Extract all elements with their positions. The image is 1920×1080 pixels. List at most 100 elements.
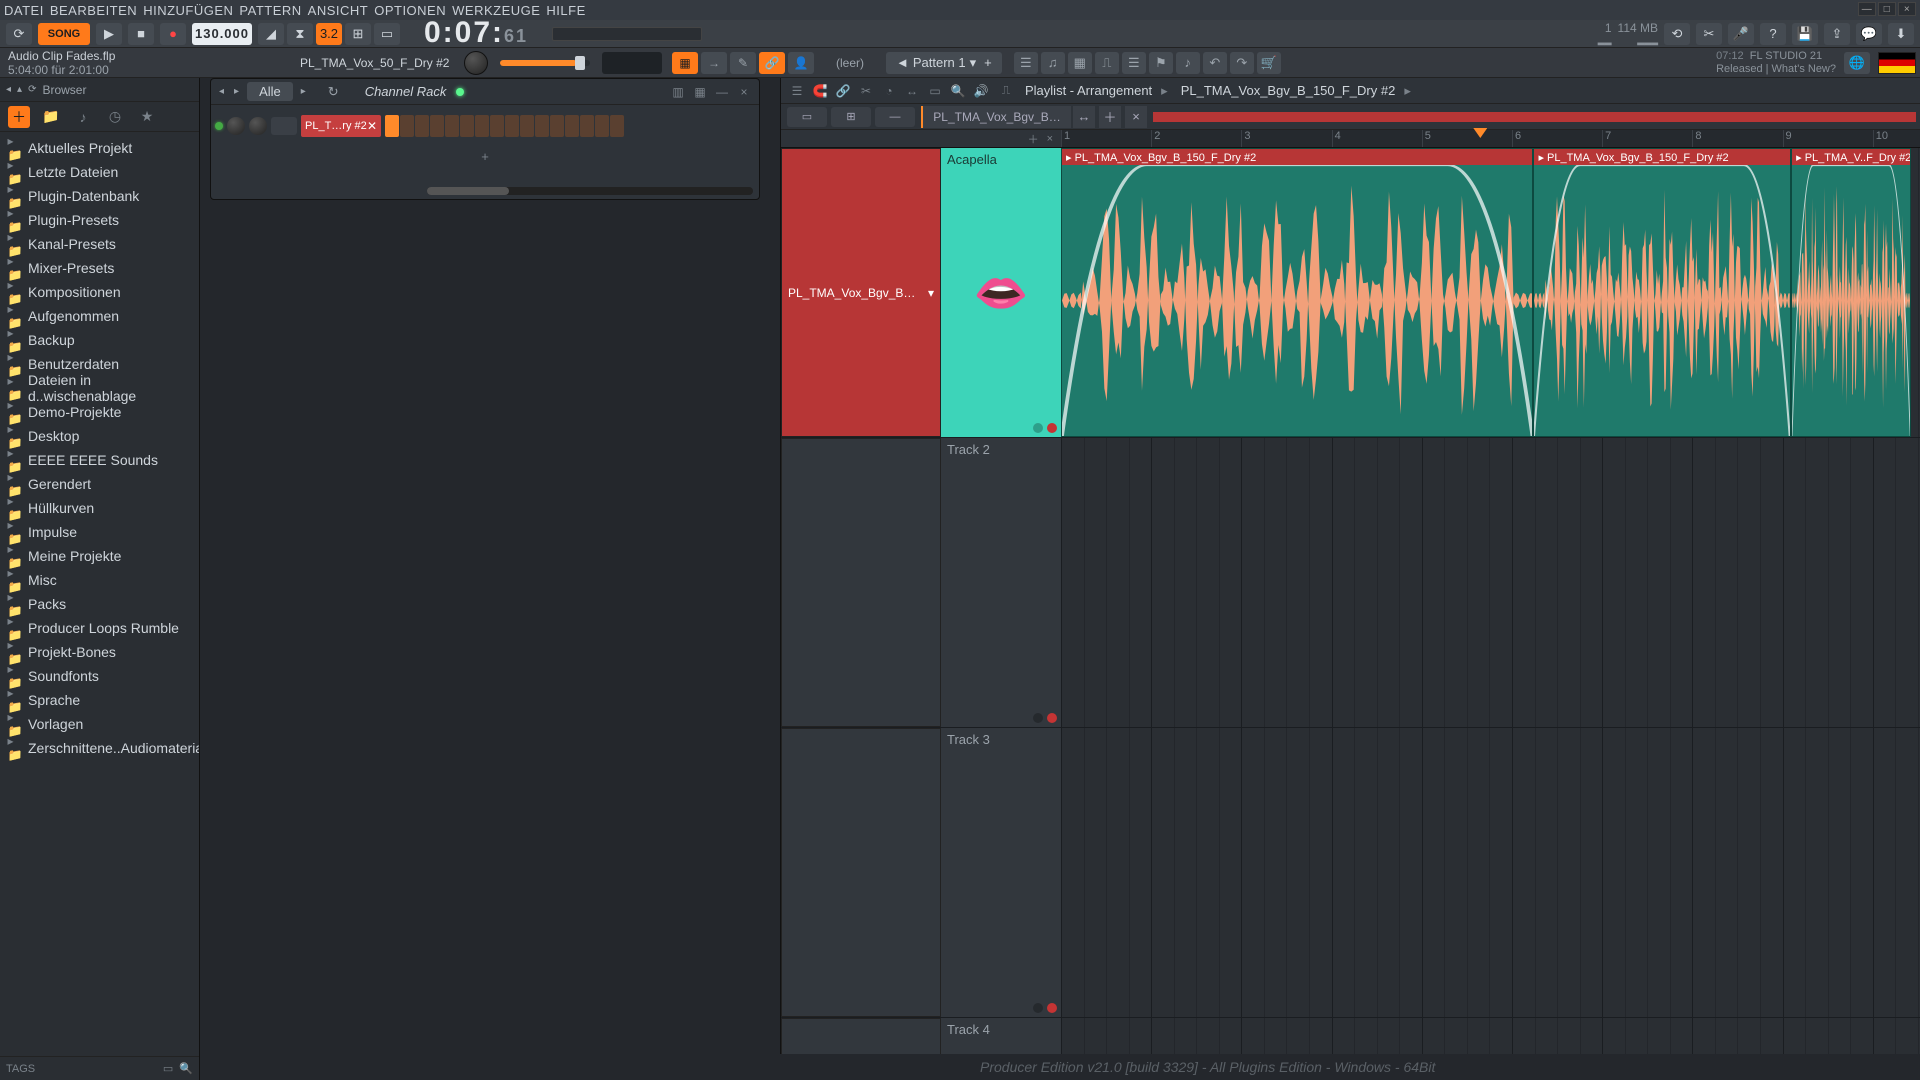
window-maximize[interactable]: □ bbox=[1878, 2, 1896, 16]
step-cell[interactable] bbox=[610, 115, 624, 137]
pl-arrow-icon[interactable]: ↔ bbox=[902, 81, 922, 101]
playhead-marker-icon[interactable] bbox=[1473, 128, 1487, 138]
step-sequencer[interactable] bbox=[385, 115, 624, 137]
pl-select-icon[interactable]: ▭ bbox=[925, 81, 945, 101]
step-cell[interactable] bbox=[535, 115, 549, 137]
rack-grid-icon[interactable]: ▦ bbox=[691, 83, 709, 101]
undo-history-icon[interactable]: ⟲ bbox=[1664, 23, 1690, 45]
track-2-header[interactable]: Track 2 bbox=[941, 438, 1061, 727]
countdown-icon[interactable]: ⧗ bbox=[287, 23, 313, 45]
pl-view-a-button[interactable]: ▭ bbox=[787, 107, 827, 127]
metronome-icon[interactable]: ◢ bbox=[258, 23, 284, 45]
browser-item[interactable]: ▸📁Vorlagen bbox=[0, 712, 199, 736]
browser-up-icon[interactable]: ▴ bbox=[17, 84, 22, 95]
menu-edit[interactable]: BEARBEITEN bbox=[50, 3, 137, 18]
browser-item[interactable]: ▸📁Plugin-Presets bbox=[0, 208, 199, 232]
step-cell[interactable] bbox=[595, 115, 609, 137]
browser-item[interactable]: ▸📁Packs bbox=[0, 592, 199, 616]
menu-add[interactable]: HINZUFÜGEN bbox=[143, 3, 233, 18]
tl-x-icon[interactable]: × bbox=[1047, 133, 1053, 145]
snap-button-3[interactable]: ✎ bbox=[730, 52, 756, 74]
feedback-icon[interactable]: 💬 bbox=[1856, 23, 1882, 45]
browser-collapse-icon[interactable]: ◂ bbox=[6, 84, 11, 95]
step-cell[interactable] bbox=[550, 115, 564, 137]
browser-add-icon[interactable]: ＋ bbox=[8, 106, 30, 128]
window-close[interactable]: × bbox=[1898, 2, 1916, 16]
channel-name[interactable]: PL_T…ry #2✕ bbox=[301, 115, 381, 137]
save-icon[interactable]: 💾 bbox=[1792, 23, 1818, 45]
menu-view[interactable]: ANSICHT bbox=[308, 3, 369, 18]
time-display[interactable]: 0:07:61 bbox=[406, 16, 546, 52]
rack-close-icon[interactable]: × bbox=[735, 83, 753, 101]
play-button[interactable]: ▶ bbox=[96, 23, 122, 45]
track-2[interactable]: Track 2 bbox=[781, 438, 1920, 728]
pattern-prev-icon[interactable]: ◄ bbox=[892, 55, 913, 70]
snap-button-1[interactable]: ▦ bbox=[672, 52, 698, 74]
browser-item[interactable]: ▸📁Mixer-Presets bbox=[0, 256, 199, 280]
browser-item[interactable]: ▸📁Sprache bbox=[0, 688, 199, 712]
step-cell[interactable] bbox=[400, 115, 414, 137]
channel-led-icon[interactable] bbox=[215, 122, 223, 130]
pitch-knob[interactable] bbox=[464, 51, 488, 75]
version-info[interactable]: 07:12 FL STUDIO 21 Released | What's New… bbox=[1708, 50, 1844, 76]
timeline-overview[interactable] bbox=[1153, 112, 1916, 122]
browser-item[interactable]: ▸📁Meine Projekte bbox=[0, 544, 199, 568]
channel-add-button[interactable]: + bbox=[215, 145, 755, 167]
window-minimize[interactable]: — bbox=[1858, 2, 1876, 16]
pl-view-c-button[interactable]: — bbox=[875, 107, 915, 127]
snap-button-2[interactable]: → bbox=[701, 52, 727, 74]
mixer-icon[interactable]: ⎍ bbox=[1095, 52, 1119, 74]
tags-toggle-icon[interactable]: ▭ bbox=[163, 1062, 173, 1075]
song-mode-button[interactable]: SONG bbox=[38, 23, 90, 45]
audio-clip[interactable]: ▸ PL_TMA_V..F_Dry #2 bbox=[1791, 148, 1911, 437]
channel-vol-knob[interactable] bbox=[249, 117, 267, 135]
browser-item[interactable]: ▸📁Kanal-Presets bbox=[0, 232, 199, 256]
rack-back-icon[interactable]: ◂ bbox=[217, 86, 226, 97]
tempo-tap-icon[interactable]: ♪ bbox=[1176, 52, 1200, 74]
browser-clock-icon[interactable]: ◷ bbox=[104, 106, 126, 128]
step-cell[interactable] bbox=[565, 115, 579, 137]
step-cell[interactable] bbox=[490, 115, 504, 137]
track-3[interactable]: Track 3 bbox=[781, 728, 1920, 1018]
track-2-body[interactable] bbox=[1061, 438, 1920, 727]
pl-menu-icon[interactable]: ☰ bbox=[787, 81, 807, 101]
download-icon[interactable]: ⬇ bbox=[1888, 23, 1914, 45]
tl-add-icon[interactable]: ＋ bbox=[1028, 131, 1039, 147]
track-1[interactable]: PL_TMA_Vox_Bgv_B…▾ Acapella 👄 ▸ PL_TMA_V… bbox=[781, 148, 1920, 438]
sync-icon[interactable]: ⟳ bbox=[6, 23, 32, 45]
pl-marker-icon[interactable]: ◔ bbox=[879, 81, 899, 101]
export-icon[interactable]: ⇪ bbox=[1824, 23, 1850, 45]
clip-source-add-icon[interactable]: ＋ bbox=[1099, 106, 1121, 128]
timeline-ruler[interactable]: ＋ × 12345678910 bbox=[781, 130, 1920, 148]
menu-help[interactable]: HILFE bbox=[546, 3, 585, 18]
snap-button-5[interactable]: 👤 bbox=[788, 52, 814, 74]
tempo-display[interactable]: 130.000 bbox=[192, 23, 252, 45]
menu-pattern[interactable]: PATTERN bbox=[239, 3, 301, 18]
browser-folder-icon[interactable]: 📁 bbox=[40, 106, 62, 128]
step-cell[interactable] bbox=[580, 115, 594, 137]
tool-b-icon[interactable]: ↷ bbox=[1230, 52, 1254, 74]
browser-item[interactable]: ▸📁Dateien in d..wischenablage bbox=[0, 376, 199, 400]
browser-tree[interactable]: ▸📁Aktuelles Projekt▸📁Letzte Dateien▸📁Plu… bbox=[0, 132, 199, 1056]
browser-item[interactable]: ▸📁Kompositionen bbox=[0, 280, 199, 304]
pl-magnet-icon[interactable]: 🧲 bbox=[810, 81, 830, 101]
stop-button[interactable]: ■ bbox=[128, 23, 154, 45]
rack-filter-all[interactable]: Alle bbox=[247, 82, 293, 101]
pl-link-icon[interactable]: 🔗 bbox=[833, 81, 853, 101]
step-cell[interactable] bbox=[505, 115, 519, 137]
browser-star-icon[interactable]: ★ bbox=[136, 106, 158, 128]
audio-clip[interactable]: ▸ PL_TMA_Vox_Bgv_B_150_F_Dry #2 bbox=[1061, 148, 1533, 437]
rack-min-icon[interactable]: — bbox=[713, 83, 731, 101]
browser-icon[interactable]: ☰ bbox=[1122, 52, 1146, 74]
clip-source-close-icon[interactable]: ↔ bbox=[1073, 106, 1095, 128]
browser-item[interactable]: ▸📁EEEE EEEE Sounds bbox=[0, 448, 199, 472]
channel-route[interactable] bbox=[271, 117, 297, 135]
browser-item[interactable]: ▸📁Aufgenommen bbox=[0, 304, 199, 328]
step-icon[interactable]: ▭ bbox=[374, 23, 400, 45]
browser-item[interactable]: ▸📁Zerschnittene..Audiomaterial bbox=[0, 736, 199, 760]
master-volume-slider[interactable] bbox=[500, 60, 590, 66]
track-3-header[interactable]: Track 3 bbox=[941, 728, 1061, 1017]
pattern-selector[interactable]: ◄ Pattern 1 ▾ + bbox=[886, 52, 1002, 74]
browser-item[interactable]: ▸📁Plugin-Datenbank bbox=[0, 184, 199, 208]
audio-clip[interactable]: ▸ PL_TMA_Vox_Bgv_B_150_F_Dry #2 bbox=[1533, 148, 1791, 437]
